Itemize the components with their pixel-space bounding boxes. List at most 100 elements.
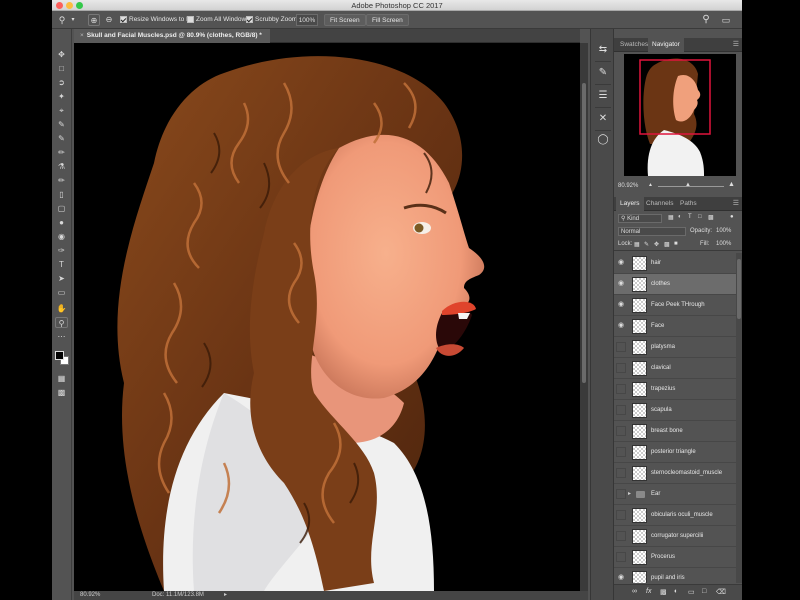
crop-tool-icon[interactable]: ⌖ — [55, 105, 68, 116]
eraser-tool-icon[interactable]: ▯ — [55, 189, 68, 200]
layer-thumbnail[interactable] — [632, 403, 647, 418]
filter-toggle-icon[interactable]: ● — [730, 214, 734, 220]
layer-thumbnail[interactable] — [632, 361, 647, 376]
layer-name[interactable]: Face Peek THrough — [651, 295, 705, 316]
layer-row[interactable]: platysma — [614, 337, 736, 358]
tools-options-icon[interactable]: ✕ — [596, 112, 610, 126]
layer-thumbnail[interactable] — [632, 466, 647, 481]
layer-row[interactable]: ◉ pupil and iris — [614, 568, 736, 583]
fill-screen-button[interactable]: Fill Screen — [366, 14, 409, 26]
layer-name[interactable]: Ear — [651, 484, 660, 505]
history-panel-icon[interactable]: ⇆ — [596, 43, 610, 57]
layer-name[interactable]: obicularis oculi_muscle — [651, 505, 713, 526]
lock-artboard-icon[interactable]: ▩ — [664, 241, 670, 248]
filter-adjustment-icon[interactable]: ◐ — [678, 214, 682, 220]
visibility-toggle[interactable] — [616, 426, 626, 436]
eye-icon[interactable]: ◉ — [616, 258, 626, 268]
layer-row[interactable]: scapula — [614, 400, 736, 421]
canvas-area[interactable] — [74, 43, 580, 591]
clone-stamp-tool-icon[interactable]: ⚗ — [55, 161, 68, 172]
rectangle-tool-icon[interactable]: ▭ — [55, 287, 68, 298]
tab-layers[interactable]: Layers — [616, 197, 644, 211]
zoom-all-windows-option[interactable]: Zoom All Windows — [187, 15, 249, 25]
layer-row[interactable]: corrugator supercilii — [614, 526, 736, 547]
layer-row[interactable]: breast bone — [614, 421, 736, 442]
screen-mode-icon[interactable]: ▩ — [55, 387, 68, 398]
zoom-in-icon[interactable]: ⊕ — [88, 14, 100, 26]
eye-icon[interactable]: ◉ — [616, 279, 626, 289]
filter-smart-object-icon[interactable]: ▩ — [708, 214, 714, 221]
tab-navigator[interactable]: Navigator — [648, 38, 684, 52]
lock-pixels-icon[interactable]: ✎ — [644, 241, 649, 248]
layer-name[interactable]: Procerus — [651, 547, 675, 568]
tab-swatches[interactable]: Swatches — [616, 38, 652, 52]
visibility-toggle[interactable] — [616, 342, 626, 352]
layer-row[interactable]: clavical — [614, 358, 736, 379]
zoom-percent-field[interactable]: 100% — [296, 14, 318, 26]
new-layer-icon[interactable]: □ — [702, 588, 706, 595]
eye-icon[interactable]: ◉ — [616, 300, 626, 310]
scrubby-zoom-option[interactable]: Scrubby Zoom — [246, 15, 297, 25]
quick-mask-icon[interactable]: ▦ — [55, 373, 68, 384]
zoom-tool-icon[interactable]: ⚲ — [55, 317, 68, 328]
tab-channels[interactable]: Channels — [642, 197, 677, 211]
link-layers-icon[interactable]: ∞ — [632, 588, 637, 595]
lock-all-icon[interactable]: ■ — [674, 241, 678, 247]
visibility-toggle[interactable] — [616, 447, 626, 457]
eyedropper-tool-icon[interactable]: ✎ — [55, 119, 68, 130]
filter-shape-icon[interactable]: □ — [698, 214, 702, 220]
layer-name[interactable]: breast bone — [651, 421, 683, 442]
lasso-tool-icon[interactable]: ➲ — [55, 77, 68, 88]
move-tool-icon[interactable]: ✥ — [55, 49, 68, 60]
layer-row[interactable]: sternocleomastoid_muscle — [614, 463, 736, 484]
layer-name[interactable]: sternocleomastoid_muscle — [651, 463, 722, 484]
blend-mode-select[interactable]: Normal — [618, 227, 686, 236]
eye-icon[interactable]: ◉ — [616, 321, 626, 331]
visibility-toggle[interactable] — [616, 552, 626, 562]
zoom-all-windows-checkbox[interactable] — [187, 15, 194, 23]
layer-thumbnail[interactable] — [632, 277, 647, 292]
close-tab-icon[interactable]: × — [80, 32, 84, 39]
search-icon[interactable]: ⚲ — [700, 14, 712, 26]
layer-name[interactable]: posterior triangle — [651, 442, 696, 463]
delete-layer-icon[interactable]: ⌫ — [716, 588, 726, 596]
visibility-toggle[interactable] — [616, 531, 626, 541]
layer-name[interactable]: scapula — [651, 400, 672, 421]
scrollbar-thumb[interactable] — [582, 83, 586, 383]
layer-thumbnail[interactable] — [632, 529, 647, 544]
layer-thumbnail[interactable] — [632, 445, 647, 460]
layer-row[interactable]: ◉ clothes — [614, 274, 736, 295]
tab-paths[interactable]: Paths — [676, 197, 701, 211]
layer-row[interactable]: trapezius — [614, 379, 736, 400]
fit-screen-button[interactable]: Fit Screen — [324, 14, 366, 26]
more-tools-icon[interactable]: ⋯ — [55, 331, 68, 342]
status-arrow-icon[interactable]: ▸ — [224, 591, 227, 600]
libraries-panel-icon[interactable]: ◯ — [596, 133, 610, 147]
lock-position-icon[interactable]: ✥ — [654, 241, 659, 248]
document-tab[interactable]: × Skull and Facial Muscles.psd @ 80.9% (c… — [74, 29, 270, 43]
hand-tool-icon[interactable]: ✋ — [55, 303, 68, 314]
layer-thumbnail[interactable] — [632, 571, 647, 583]
panel-menu-icon[interactable]: ☰ — [733, 200, 739, 207]
panel-menu-icon[interactable]: ☰ — [733, 41, 739, 48]
visibility-toggle[interactable] — [616, 363, 626, 373]
workspace-icon[interactable]: ▭ — [720, 14, 732, 26]
kind-filter-select[interactable]: ⚲ Kind — [618, 214, 662, 223]
visibility-toggle[interactable] — [616, 405, 626, 415]
navigator-zoom-value[interactable]: 80.92% — [618, 183, 638, 189]
blur-tool-icon[interactable]: ● — [55, 217, 68, 228]
layer-name[interactable]: hair — [651, 253, 661, 274]
marquee-tool-icon[interactable]: □ — [55, 63, 68, 74]
layers-scrollbar-thumb[interactable] — [737, 259, 741, 319]
layer-thumbnail[interactable] — [632, 298, 647, 313]
eye-icon[interactable]: ◉ — [616, 573, 626, 583]
layer-name[interactable]: clothes — [651, 274, 670, 295]
layer-name[interactable]: trapezius — [651, 379, 675, 400]
layer-row[interactable]: ◉ Face Peek THrough — [614, 295, 736, 316]
layer-thumbnail[interactable] — [632, 256, 647, 271]
layer-thumbnail[interactable] — [632, 508, 647, 523]
opacity-field[interactable]: 100% — [716, 228, 731, 234]
layer-name[interactable]: clavical — [651, 358, 671, 379]
canvas-artwork[interactable] — [74, 43, 580, 591]
gradient-tool-icon[interactable]: ▢ — [55, 203, 68, 214]
